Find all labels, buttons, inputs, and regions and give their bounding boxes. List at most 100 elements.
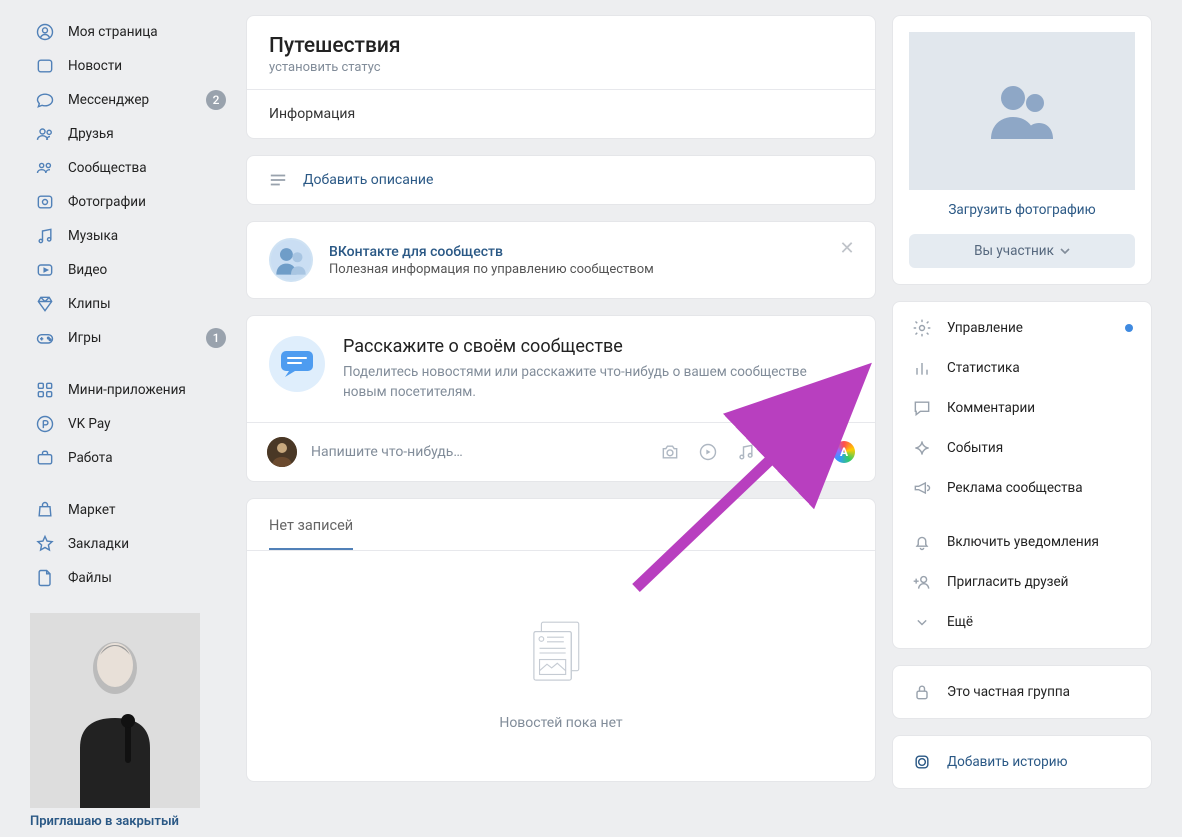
nav-photos[interactable]: Фотографии xyxy=(30,185,230,219)
nav-clips[interactable]: Клипы xyxy=(30,287,230,321)
wall-empty-text: Новостей пока нет xyxy=(247,715,875,731)
privacy-panel: Это частная группа xyxy=(892,665,1152,719)
compose-actions: | A xyxy=(660,441,855,463)
megaphone-icon xyxy=(911,478,933,498)
nav-video[interactable]: Видео xyxy=(30,253,230,287)
bag-icon xyxy=(34,499,56,521)
nav-label: Файлы xyxy=(68,570,226,586)
add-description-link[interactable]: Добавить описание xyxy=(247,156,875,204)
community-app-icon xyxy=(269,238,313,282)
vk-for-communities-panel: ВКонтакте для сообществ Полезная информа… xyxy=(246,221,876,299)
mgmt-comments[interactable]: Комментарии xyxy=(893,388,1151,428)
sparkle-icon xyxy=(911,438,933,458)
upload-photo-link[interactable]: Загрузить фотографию xyxy=(909,202,1135,218)
nav-miniapps[interactable]: Мини-приложения xyxy=(30,373,230,407)
nav-market[interactable]: Маркет xyxy=(30,493,230,527)
camera-icon[interactable] xyxy=(660,442,680,462)
mgmt-stats[interactable]: Статистика xyxy=(893,348,1151,388)
wall-empty-state: Новостей пока нет xyxy=(247,551,875,781)
chevron-down-icon xyxy=(1060,248,1070,254)
nav-label: Маркет xyxy=(68,502,226,518)
pay-icon xyxy=(34,413,56,435)
news-icon xyxy=(34,55,56,77)
member-status-button[interactable]: Вы участник xyxy=(909,234,1135,268)
member-status-label: Вы участник xyxy=(974,243,1054,259)
nav-messenger[interactable]: Мессенджер 2 xyxy=(30,83,230,117)
cover-panel: Загрузить фотографию Вы участник xyxy=(892,15,1152,285)
add-story-panel[interactable]: Добавить историю xyxy=(892,735,1152,789)
story-icon xyxy=(911,752,933,772)
stats-icon xyxy=(911,358,933,378)
vk-app-title[interactable]: ВКонтакте для сообществ xyxy=(329,244,654,260)
nav-badge: 2 xyxy=(206,90,226,110)
nav-label: Клипы xyxy=(68,296,226,312)
video-icon xyxy=(34,259,56,281)
photos-icon xyxy=(34,191,56,213)
privacy-label: Это частная группа xyxy=(947,684,1070,700)
nav-bookmarks[interactable]: Закладки xyxy=(30,527,230,561)
promo-block[interactable]: Приглашаю в закрытый xyxy=(30,613,230,837)
games-icon xyxy=(34,327,56,349)
mgmt-label: Пригласить друзей xyxy=(947,574,1068,590)
close-icon[interactable]: ✕ xyxy=(837,238,857,258)
nav-jobs[interactable]: Работа xyxy=(30,441,230,475)
nav-music[interactable]: Музыка xyxy=(30,219,230,253)
nav-badge: 1 xyxy=(206,328,226,348)
speech-bubble-icon xyxy=(269,336,325,392)
tell-title: Расскажите о своём сообществе xyxy=(343,336,853,357)
nav-my-page[interactable]: Моя страница xyxy=(30,15,230,49)
tell-about-panel: Расскажите о своём сообществе Поделитесь… xyxy=(246,315,876,482)
nav-label: Сообщества xyxy=(68,160,226,176)
mgmt-label: Ещё xyxy=(947,614,973,630)
nav-files[interactable]: Файлы xyxy=(30,561,230,595)
mgmt-invite[interactable]: Пригласить друзей xyxy=(893,562,1151,602)
promo-image xyxy=(30,613,200,808)
mgmt-label: Комментарии xyxy=(947,400,1035,416)
nav-label: VK Pay xyxy=(68,416,226,432)
cover-placeholder[interactable] xyxy=(909,32,1135,190)
info-row[interactable]: Информация xyxy=(247,89,875,138)
apps-icon xyxy=(34,379,56,401)
add-description-panel: Добавить описание xyxy=(246,155,876,205)
mgmt-label: Реклама сообщества xyxy=(947,480,1083,496)
promo-caption: Приглашаю в закрытый xyxy=(30,808,230,837)
lines-icon[interactable] xyxy=(774,442,794,462)
nav-news[interactable]: Новости xyxy=(30,49,230,83)
message-icon xyxy=(34,89,56,111)
nav-label: Закладки xyxy=(68,536,226,552)
friends-icon xyxy=(34,123,56,145)
vk-app-subtitle: Полезная информация по управлению сообще… xyxy=(329,262,654,277)
nav-communities[interactable]: Сообщества xyxy=(30,151,230,185)
clips-icon xyxy=(34,293,56,315)
nav-label: Видео xyxy=(68,262,226,278)
mgmt-ads[interactable]: Реклама сообщества xyxy=(893,468,1151,508)
nav-vkpay[interactable]: VK Pay xyxy=(30,407,230,441)
set-status-link[interactable]: установить статус xyxy=(269,60,853,75)
description-icon xyxy=(269,173,291,187)
briefcase-icon xyxy=(34,447,56,469)
mgmt-manage[interactable]: Управление xyxy=(893,308,1151,348)
mgmt-events[interactable]: События xyxy=(893,428,1151,468)
star-icon xyxy=(34,533,56,555)
mgmt-label: Статистика xyxy=(947,360,1020,376)
music-icon xyxy=(34,225,56,247)
compose-placeholder[interactable]: Напишите что-нибудь… xyxy=(311,444,646,460)
nav-label: Моя страница xyxy=(68,24,226,40)
nav-friends[interactable]: Друзья xyxy=(30,117,230,151)
compose-row[interactable]: Напишите что-нибудь… | A xyxy=(247,423,875,481)
mgmt-more[interactable]: Ещё xyxy=(893,602,1151,642)
bell-icon xyxy=(911,532,933,552)
nav-label: Мессенджер xyxy=(68,92,206,108)
wall-panel: Нет записей Новостей пока нет xyxy=(246,498,876,782)
nav-label: Работа xyxy=(68,450,226,466)
mgmt-notifications[interactable]: Включить уведомления xyxy=(893,522,1151,562)
wall-tab[interactable]: Нет записей xyxy=(269,499,353,550)
nav-games[interactable]: Игры 1 xyxy=(30,321,230,355)
lock-icon xyxy=(911,682,933,702)
gear-icon xyxy=(911,318,933,338)
ai-avatar-icon[interactable]: A xyxy=(833,441,855,463)
avatar xyxy=(267,437,297,467)
left-nav: Моя страница Новости Мессенджер 2 Друзья… xyxy=(30,15,230,595)
music-note-icon[interactable] xyxy=(736,442,756,462)
play-circle-icon[interactable] xyxy=(698,442,718,462)
